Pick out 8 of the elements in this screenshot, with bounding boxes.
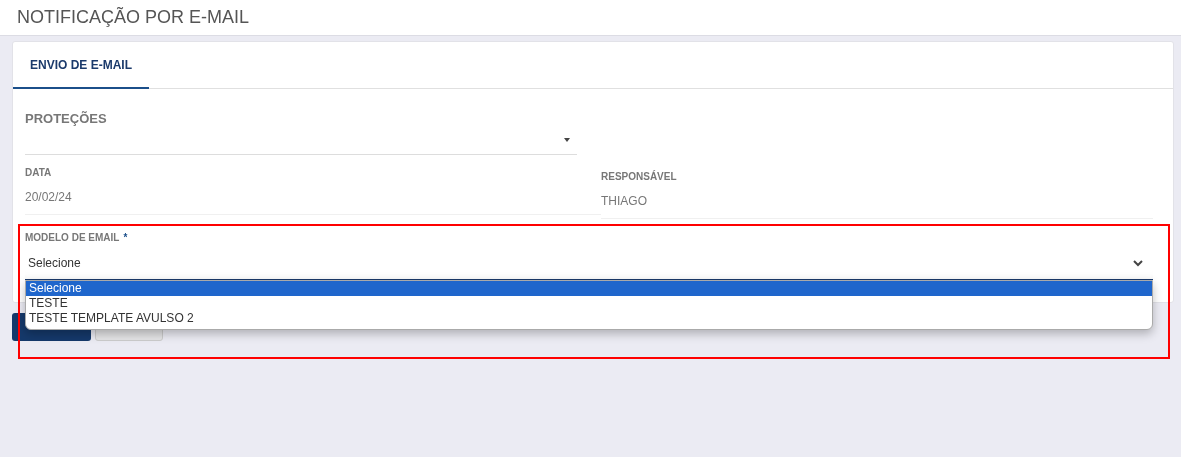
field-label: MODELO DE EMAIL [25, 232, 120, 243]
required-mark: * [123, 232, 128, 243]
field-value: THIAGO [601, 194, 1153, 219]
field-label: PROTEÇÕES [25, 111, 108, 126]
field-label: DATA [25, 167, 53, 178]
page-title: NOTIFICAÇÃO POR E-MAIL [17, 7, 250, 28]
field-value: 20/02/24 [25, 190, 601, 215]
field-label: RESPONSÁVEL [601, 171, 678, 182]
